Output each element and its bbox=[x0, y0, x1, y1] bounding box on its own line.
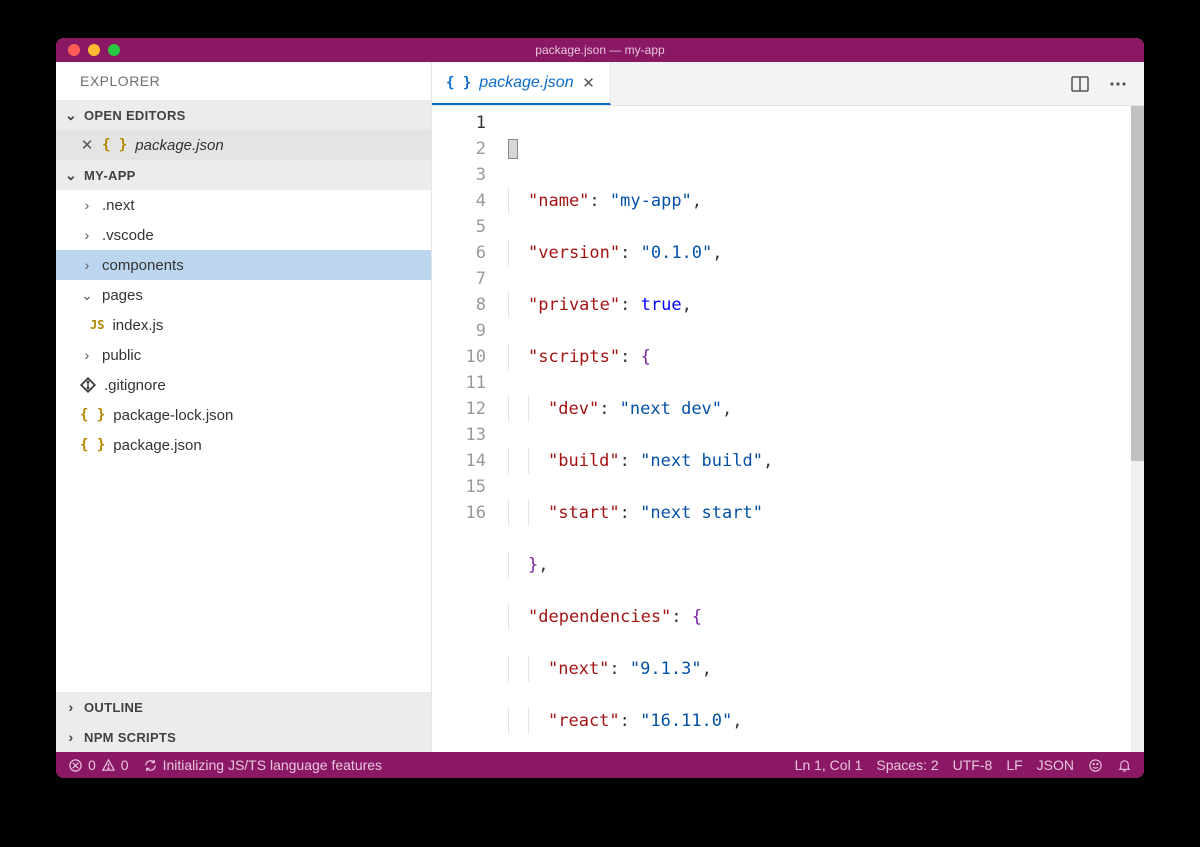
error-icon bbox=[68, 758, 83, 773]
scrollbar-thumb[interactable] bbox=[1131, 106, 1144, 461]
split-editor-icon[interactable] bbox=[1070, 74, 1090, 94]
json-icon: { } bbox=[80, 407, 105, 423]
project-section[interactable]: ⌄ MY-APP bbox=[56, 160, 431, 190]
chevron-right-icon: › bbox=[64, 729, 78, 745]
cursor-position[interactable]: Ln 1, Col 1 bbox=[795, 757, 863, 773]
json-icon: { } bbox=[446, 75, 471, 91]
open-editor-item[interactable]: ✕ { } package.json bbox=[56, 130, 431, 160]
javascript-icon: JS bbox=[90, 318, 104, 332]
vscode-window: package.json — my-app EXPLORER ⌄ OPEN ED… bbox=[56, 38, 1144, 778]
tree-folder-components[interactable]: › components bbox=[56, 250, 431, 280]
window-title: package.json — my-app bbox=[56, 43, 1144, 57]
editor-area: { } package.json ✕ 123456789101112131415… bbox=[432, 62, 1144, 752]
git-icon bbox=[80, 377, 96, 393]
tree-item-label: public bbox=[102, 347, 141, 364]
code-editor[interactable]: 12345678910111213141516 "name": "my-app"… bbox=[432, 106, 1144, 752]
feedback-icon[interactable] bbox=[1088, 758, 1103, 773]
language-status[interactable]: Initializing JS/TS language features bbox=[143, 757, 382, 773]
more-actions-icon[interactable] bbox=[1108, 74, 1128, 94]
tree-item-label: .vscode bbox=[102, 227, 154, 244]
eol[interactable]: LF bbox=[1006, 757, 1022, 773]
explorer-title: EXPLORER bbox=[56, 62, 431, 100]
tree-item-label: .next bbox=[102, 197, 135, 214]
line-gutter: 12345678910111213141516 bbox=[432, 106, 504, 752]
tab-filename: package.json bbox=[479, 74, 573, 92]
json-icon: { } bbox=[80, 437, 105, 453]
sync-icon bbox=[143, 758, 158, 773]
code-content[interactable]: "name": "my-app", "version": "0.1.0", "p… bbox=[504, 106, 1144, 752]
chevron-down-icon: ⌄ bbox=[64, 167, 78, 184]
chevron-right-icon: › bbox=[64, 699, 78, 715]
tree-folder-next[interactable]: › .next bbox=[56, 190, 431, 220]
tree-item-label: package-lock.json bbox=[113, 407, 233, 424]
tree-folder-public[interactable]: › public bbox=[56, 340, 431, 370]
chevron-right-icon: › bbox=[80, 227, 94, 243]
chevron-right-icon: › bbox=[80, 257, 94, 273]
minimize-window-button[interactable] bbox=[88, 44, 100, 56]
file-tree: › .next › .vscode › components ⌄ pages J… bbox=[56, 190, 431, 692]
close-icon[interactable]: ✕ bbox=[80, 136, 94, 154]
tree-item-label: .gitignore bbox=[104, 377, 166, 394]
tree-file-gitignore[interactable]: .gitignore bbox=[56, 370, 431, 400]
maximize-window-button[interactable] bbox=[108, 44, 120, 56]
json-icon: { } bbox=[102, 137, 127, 153]
close-window-button[interactable] bbox=[68, 44, 80, 56]
chevron-down-icon: ⌄ bbox=[64, 107, 78, 124]
indentation[interactable]: Spaces: 2 bbox=[876, 757, 938, 773]
tree-folder-vscode[interactable]: › .vscode bbox=[56, 220, 431, 250]
tree-item-label: package.json bbox=[113, 437, 201, 454]
notifications-icon[interactable] bbox=[1117, 758, 1132, 773]
warning-icon bbox=[101, 758, 116, 773]
outline-label: OUTLINE bbox=[84, 700, 143, 715]
tree-item-label: components bbox=[102, 257, 184, 274]
chevron-right-icon: › bbox=[80, 347, 94, 363]
status-bar: 0 0 Initializing JS/TS language features… bbox=[56, 752, 1144, 778]
explorer-sidebar: EXPLORER ⌄ OPEN EDITORS ✕ { } package.js… bbox=[56, 62, 432, 752]
tree-item-label: pages bbox=[102, 287, 143, 304]
tree-folder-pages[interactable]: ⌄ pages bbox=[56, 280, 431, 310]
scrollbar[interactable] bbox=[1131, 106, 1144, 752]
titlebar: package.json — my-app bbox=[56, 38, 1144, 62]
cursor bbox=[508, 139, 518, 159]
chevron-right-icon: › bbox=[80, 197, 94, 213]
error-count: 0 bbox=[88, 757, 96, 773]
status-message: Initializing JS/TS language features bbox=[163, 757, 382, 773]
problems-status[interactable]: 0 0 bbox=[68, 757, 129, 773]
project-label: MY-APP bbox=[84, 168, 136, 183]
tree-file-package-json[interactable]: { } package.json bbox=[56, 430, 431, 460]
traffic-lights bbox=[56, 44, 120, 56]
tab-bar: { } package.json ✕ bbox=[432, 62, 1144, 106]
language-mode[interactable]: JSON bbox=[1037, 757, 1074, 773]
tree-file-package-lock[interactable]: { } package-lock.json bbox=[56, 400, 431, 430]
close-tab-icon[interactable]: ✕ bbox=[582, 74, 596, 92]
tab-package-json[interactable]: { } package.json ✕ bbox=[432, 62, 611, 105]
npm-scripts-section[interactable]: › NPM SCRIPTS bbox=[56, 722, 431, 752]
tree-file-index-js[interactable]: JS index.js bbox=[56, 310, 431, 340]
encoding[interactable]: UTF-8 bbox=[953, 757, 993, 773]
outline-section[interactable]: › OUTLINE bbox=[56, 692, 431, 722]
open-editor-filename: package.json bbox=[135, 137, 223, 154]
tab-actions bbox=[1070, 62, 1144, 105]
tree-item-label: index.js bbox=[112, 317, 163, 334]
open-editors-label: OPEN EDITORS bbox=[84, 108, 186, 123]
npm-scripts-label: NPM SCRIPTS bbox=[84, 730, 176, 745]
warning-count: 0 bbox=[121, 757, 129, 773]
chevron-down-icon: ⌄ bbox=[80, 287, 94, 304]
open-editors-section[interactable]: ⌄ OPEN EDITORS bbox=[56, 100, 431, 130]
